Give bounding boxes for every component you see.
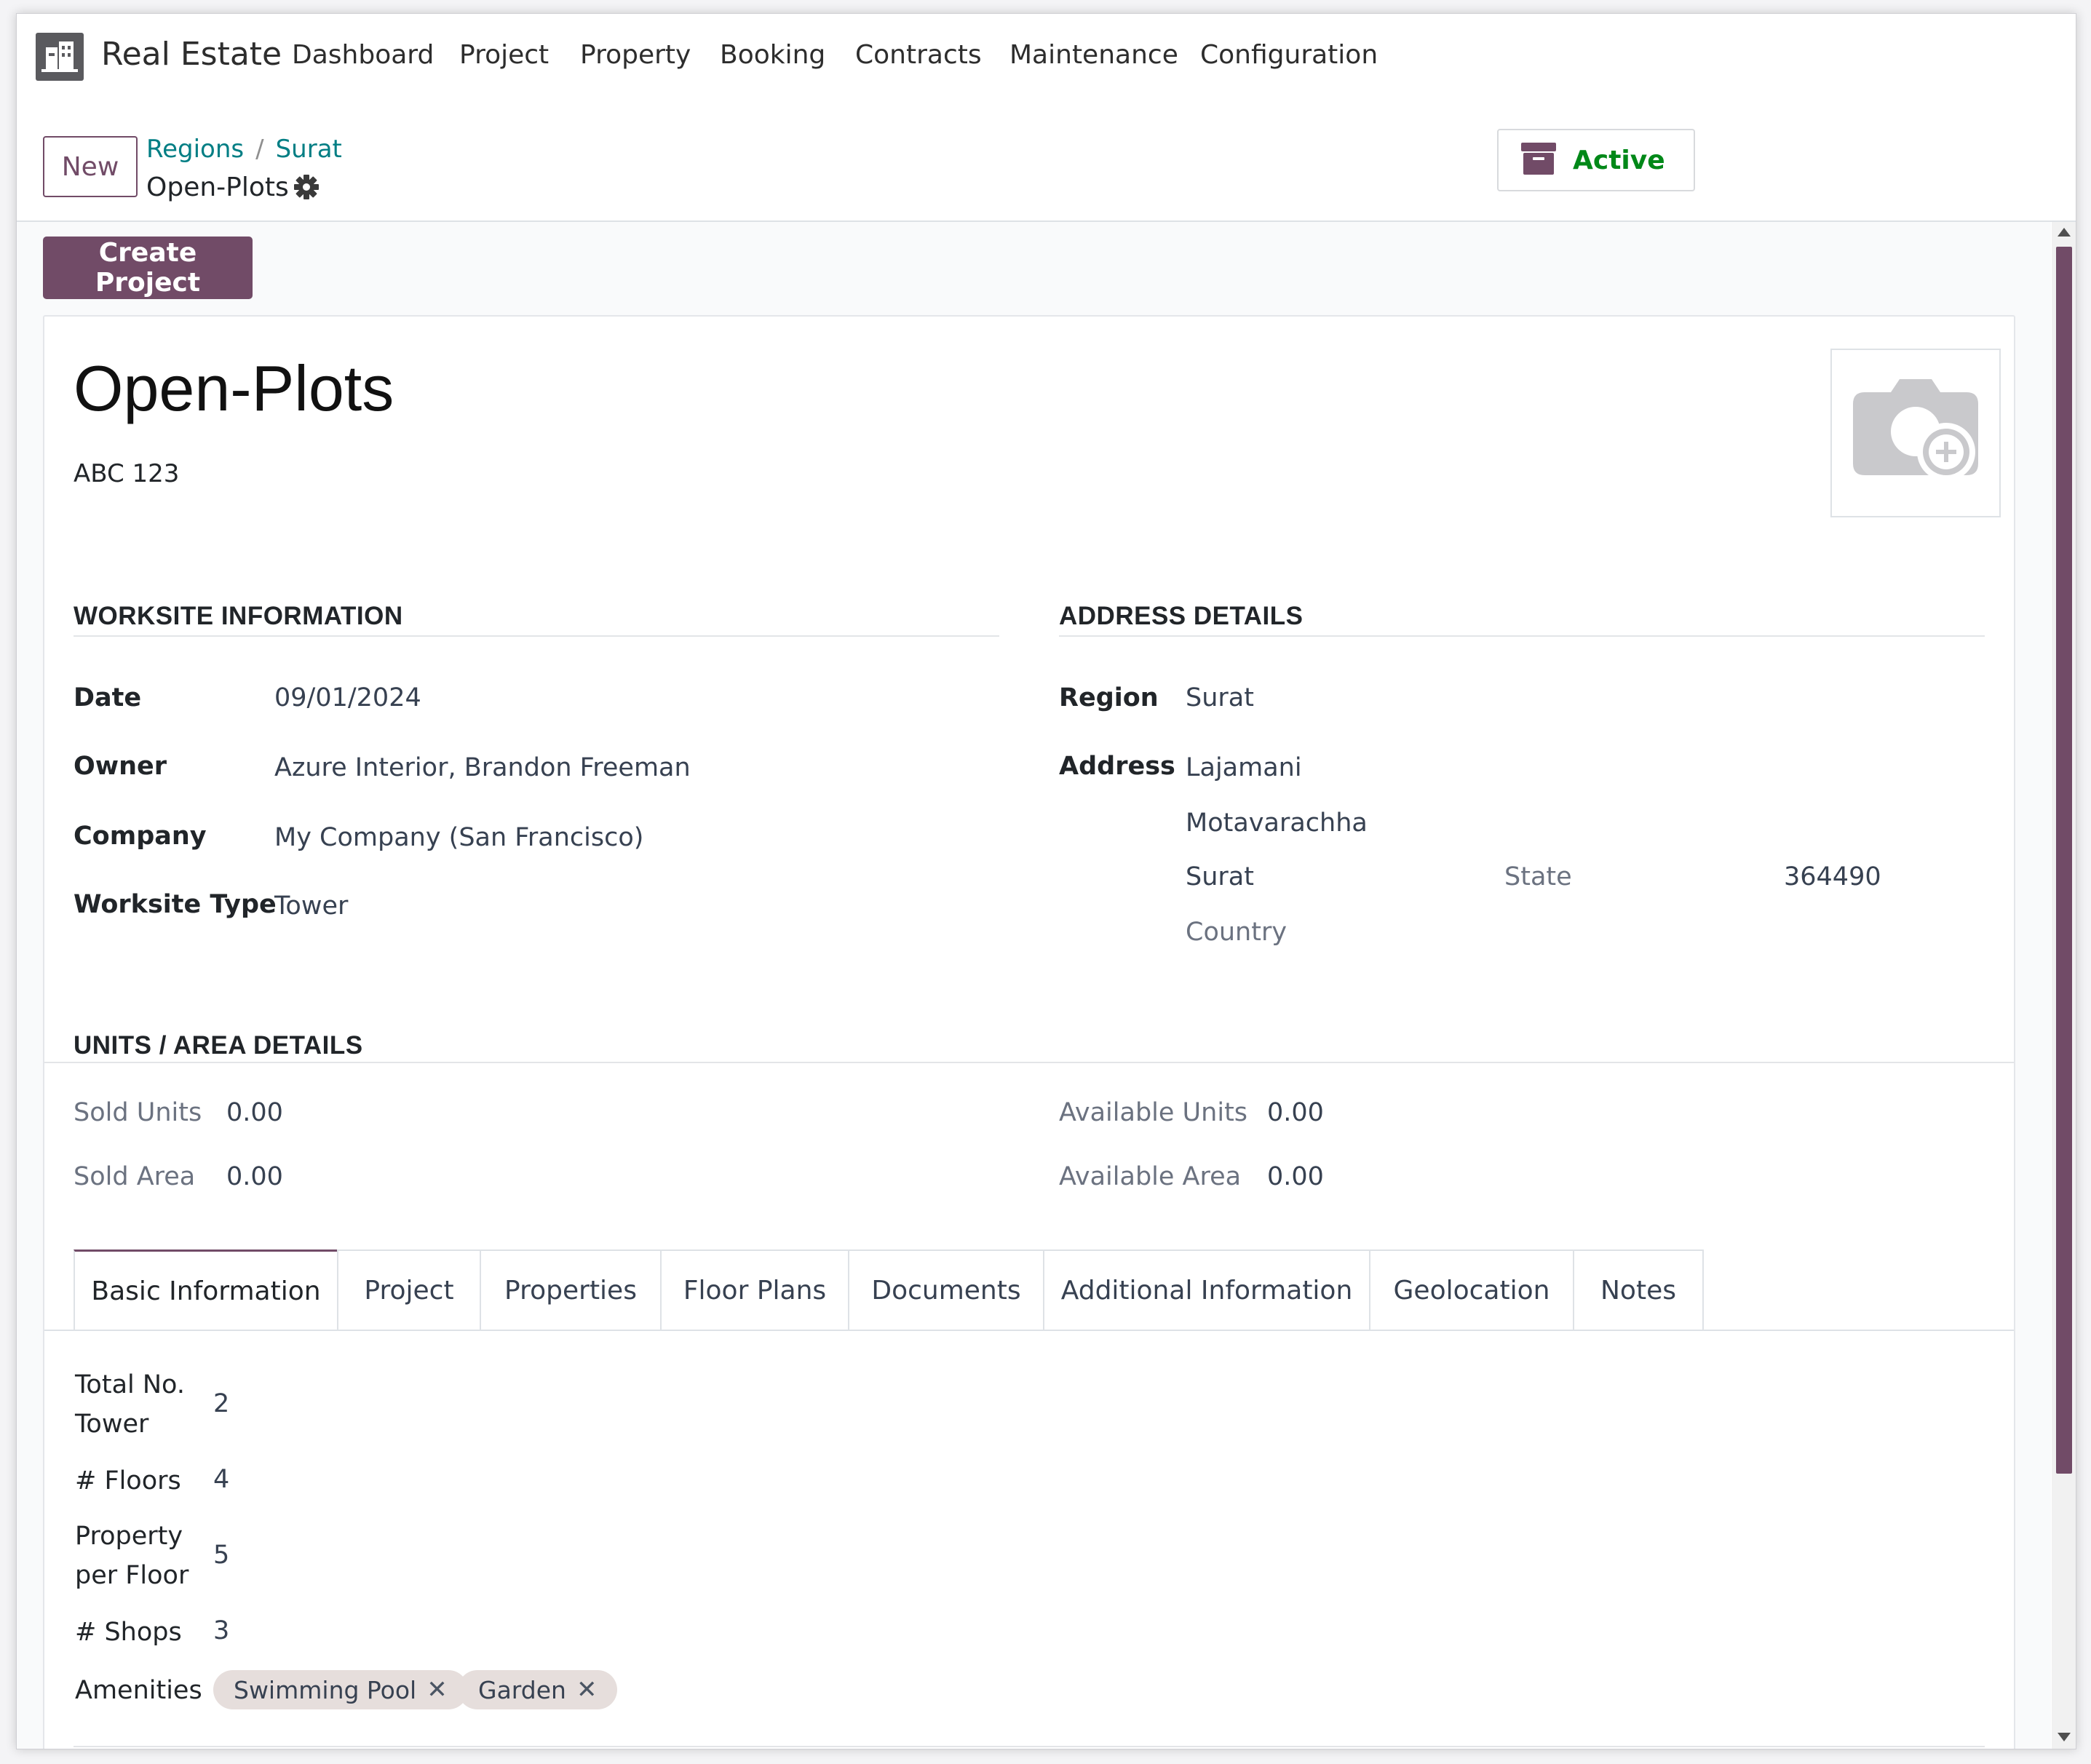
amenity-tag-label: Garden <box>478 1675 566 1704</box>
nav-property[interactable]: Property <box>580 40 691 70</box>
top-navbar: Real Estate Dashboard Project Property B… <box>17 14 2076 101</box>
active-label: Active <box>1573 145 1665 175</box>
available-units-label: Available Units <box>1059 1098 1248 1127</box>
image-upload[interactable] <box>1830 349 2001 517</box>
available-units-value: 0.00 <box>1267 1098 1324 1127</box>
worksite-section-title: WORKSITE INFORMATION <box>74 602 403 630</box>
gear-icon[interactable] <box>292 172 321 202</box>
nav-maintenance[interactable]: Maintenance <box>1009 40 1178 70</box>
country-field[interactable]: Country <box>1186 918 1287 947</box>
tab-documents[interactable]: Documents <box>848 1250 1044 1330</box>
worksite-type-field[interactable]: Tower <box>274 891 348 921</box>
tabs-divider <box>44 1330 2014 1331</box>
street2-field[interactable]: Motavarachha <box>1186 808 1368 838</box>
breadcrumb: Regions / Surat <box>146 135 342 164</box>
total-tower-label-line1: Total No. <box>75 1370 185 1399</box>
new-button[interactable]: New <box>43 136 138 197</box>
scrollbar-thumb[interactable] <box>2056 247 2072 1474</box>
control-panel: New Regions / Surat Open-Plots Active <box>17 101 2076 222</box>
record-reference[interactable]: ABC 123 <box>74 459 179 488</box>
scroll-up-arrow-icon[interactable] <box>2058 228 2071 237</box>
amenity-tag[interactable]: Swimming Pool ✕ <box>213 1670 468 1709</box>
breadcrumb-current-record: Open-Plots <box>146 172 289 202</box>
shops-field[interactable]: 3 <box>213 1616 229 1645</box>
vertical-scrollbar[interactable] <box>2052 222 2076 1749</box>
nav-contracts[interactable]: Contracts <box>855 40 982 70</box>
tab-floor-plans[interactable]: Floor Plans <box>660 1250 849 1330</box>
app-window: Real Estate Dashboard Project Property B… <box>16 13 2076 1749</box>
units-divider <box>44 1062 2014 1063</box>
sold-area-value: 0.00 <box>226 1162 283 1191</box>
property-per-floor-label-line2: per Floor <box>75 1561 189 1590</box>
archive-box-icon <box>1520 142 1557 178</box>
owner-label: Owner <box>74 752 167 781</box>
address-section-title: ADDRESS DETAILS <box>1059 602 1304 630</box>
units-section-title: UNITS / AREA DETAILS <box>74 1031 363 1060</box>
worksite-divider <box>74 635 999 637</box>
total-tower-field[interactable]: 2 <box>213 1389 229 1418</box>
tab-basic-information[interactable]: Basic Information <box>74 1250 338 1331</box>
company-field[interactable]: My Company (San Francisco) <box>274 823 643 852</box>
property-per-floor-label-line1: Property <box>75 1522 183 1551</box>
sold-units-label: Sold Units <box>74 1098 202 1127</box>
region-label: Region <box>1059 683 1159 712</box>
address-divider <box>1059 635 1985 637</box>
active-toggle-button[interactable]: Active <box>1497 129 1695 191</box>
company-label: Company <box>74 822 207 851</box>
available-area-value: 0.00 <box>1267 1162 1324 1191</box>
nav-dashboard[interactable]: Dashboard <box>292 40 434 70</box>
property-per-floor-field[interactable]: 5 <box>213 1541 229 1570</box>
tab-additional-information[interactable]: Additional Information <box>1043 1250 1370 1330</box>
region-field[interactable]: Surat <box>1186 683 1254 712</box>
create-project-button[interactable]: Create Project <box>43 237 253 299</box>
breadcrumb-separator: / <box>255 135 264 164</box>
scroll-down-arrow-icon[interactable] <box>2058 1733 2071 1741</box>
remove-tag-icon[interactable]: ✕ <box>576 1675 598 1704</box>
address-label: Address <box>1059 752 1175 781</box>
nav-booking[interactable]: Booking <box>720 40 825 70</box>
date-field[interactable]: 09/01/2024 <box>274 683 421 712</box>
total-tower-label-line2: Tower <box>75 1410 149 1439</box>
sold-area-label: Sold Area <box>74 1162 196 1191</box>
zip-field[interactable]: 364490 <box>1784 862 1881 891</box>
available-area-label: Available Area <box>1059 1162 1242 1191</box>
tab-notes[interactable]: Notes <box>1573 1250 1704 1330</box>
nav-project[interactable]: Project <box>459 40 549 70</box>
form-content: Create Project Open-Plots ABC 123 WORKSI… <box>17 222 2051 1749</box>
shops-label: # Shops <box>75 1618 182 1647</box>
state-field[interactable]: State <box>1504 862 1572 891</box>
street-field[interactable]: Lajamani <box>1186 753 1302 782</box>
breadcrumb-regions[interactable]: Regions <box>146 135 244 164</box>
app-logo-icon[interactable] <box>36 33 84 81</box>
amenities-label: Amenities <box>75 1676 202 1705</box>
sold-units-value: 0.00 <box>226 1098 283 1127</box>
breadcrumb-surat[interactable]: Surat <box>276 135 342 164</box>
tab-geolocation[interactable]: Geolocation <box>1369 1250 1574 1330</box>
amenity-tag-label: Swimming Pool <box>234 1675 417 1704</box>
worksite-type-label: Worksite Type <box>74 890 277 919</box>
city-field[interactable]: Surat <box>1186 862 1254 891</box>
date-label: Date <box>74 683 142 712</box>
record-name[interactable]: Open-Plots <box>74 351 394 426</box>
form-sheet: Open-Plots ABC 123 WORKSITE INFORMATION … <box>43 315 2015 1749</box>
floors-label: # Floors <box>75 1466 181 1495</box>
remove-tag-icon[interactable]: ✕ <box>426 1675 448 1704</box>
owner-field[interactable]: Azure Interior, Brandon Freeman <box>274 753 691 782</box>
amenity-tag[interactable]: Garden ✕ <box>458 1670 618 1709</box>
app-name[interactable]: Real Estate <box>101 36 282 73</box>
nav-configuration[interactable]: Configuration <box>1200 40 1378 70</box>
floors-field[interactable]: 4 <box>213 1465 229 1494</box>
tab-project[interactable]: Project <box>337 1250 481 1330</box>
bottom-divider <box>74 1746 1985 1747</box>
tab-properties[interactable]: Properties <box>480 1250 662 1330</box>
camera-add-icon <box>1850 373 1981 493</box>
